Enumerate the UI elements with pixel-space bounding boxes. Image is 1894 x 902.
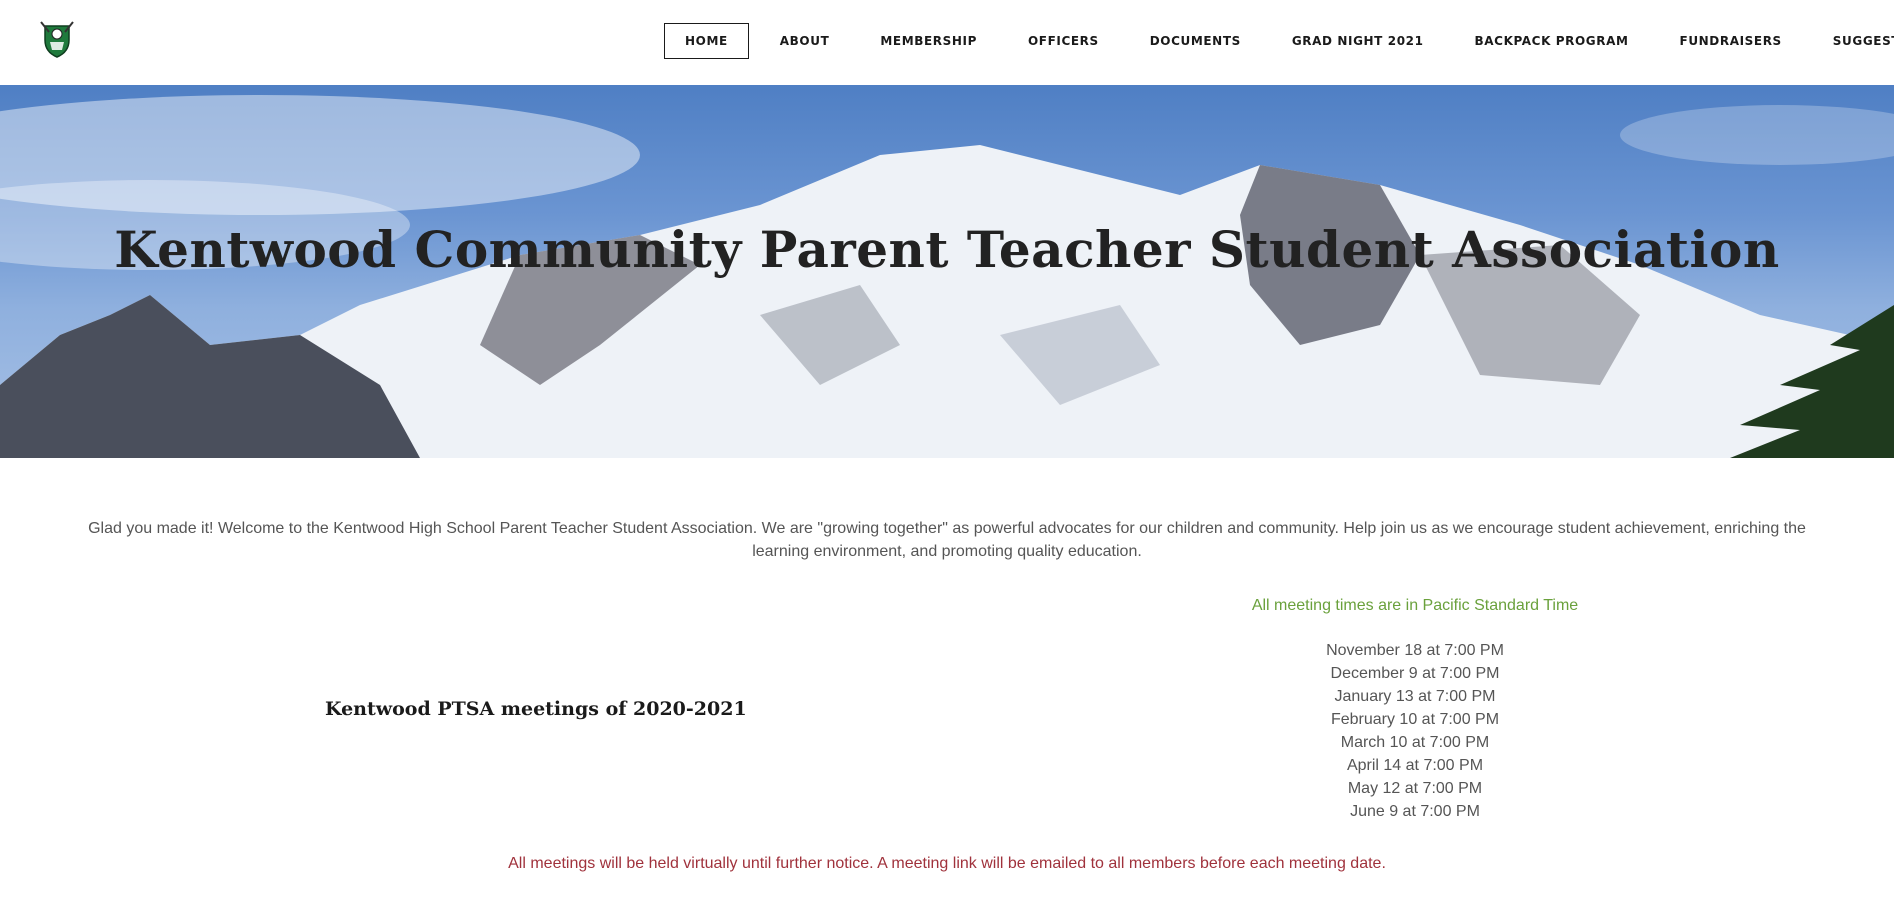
virtual-meetings-note: All meetings will be held virtually unti… xyxy=(508,855,1386,872)
list-item: January 13 at 7:00 PM xyxy=(1334,688,1496,705)
list-item: April 14 at 7:00 PM xyxy=(1346,757,1484,774)
nav-item-officers[interactable]: OFFICERS xyxy=(1008,23,1119,59)
list-item: March 10 at 7:00 PM xyxy=(1340,734,1490,751)
nav-item-about[interactable]: ABOUT xyxy=(760,23,850,59)
meeting-schedule: All meeting times are in Pacific Standar… xyxy=(1150,595,1680,823)
kentwood-crest-icon[interactable] xyxy=(37,20,77,60)
meeting-dates-list: November 18 at 7:00 PM December 9 at 7:0… xyxy=(1150,639,1680,823)
nav-item-backpack-program[interactable]: BACKPACK PROGRAM xyxy=(1455,23,1649,59)
list-item: February 10 at 7:00 PM xyxy=(1330,711,1500,728)
main-nav: HOME ABOUT MEMBERSHIP OFFICERS DOCUMENTS… xyxy=(664,23,1894,59)
nav-item-suggestions[interactable]: SUGGESTIONS xyxy=(1813,23,1894,59)
hero-banner: Kentwood Community Parent Teacher Studen… xyxy=(0,85,1894,458)
welcome-intro-text: Glad you made it! Welcome to the Kentwoo… xyxy=(88,520,1806,560)
page-title: Kentwood Community Parent Teacher Studen… xyxy=(114,220,1780,279)
nav-item-fundraisers[interactable]: FUNDRAISERS xyxy=(1660,23,1802,59)
list-item: December 9 at 7:00 PM xyxy=(1330,665,1500,682)
nav-item-documents[interactable]: DOCUMENTS xyxy=(1130,23,1261,59)
site-header: HOME ABOUT MEMBERSHIP OFFICERS DOCUMENTS… xyxy=(0,0,1894,85)
nav-item-membership[interactable]: MEMBERSHIP xyxy=(860,23,997,59)
list-item: May 12 at 7:00 PM xyxy=(1347,780,1483,797)
nav-item-home[interactable]: HOME xyxy=(664,23,749,59)
meetings-heading: Kentwood PTSA meetings of 2020-2021 xyxy=(325,698,747,720)
list-item: June 9 at 7:00 PM xyxy=(1350,803,1480,820)
list-item: November 18 at 7:00 PM xyxy=(1326,642,1504,659)
timezone-note: All meeting times are in Pacific Standar… xyxy=(1251,597,1579,614)
nav-item-grad-night-2021[interactable]: GRAD NIGHT 2021 xyxy=(1272,23,1444,59)
